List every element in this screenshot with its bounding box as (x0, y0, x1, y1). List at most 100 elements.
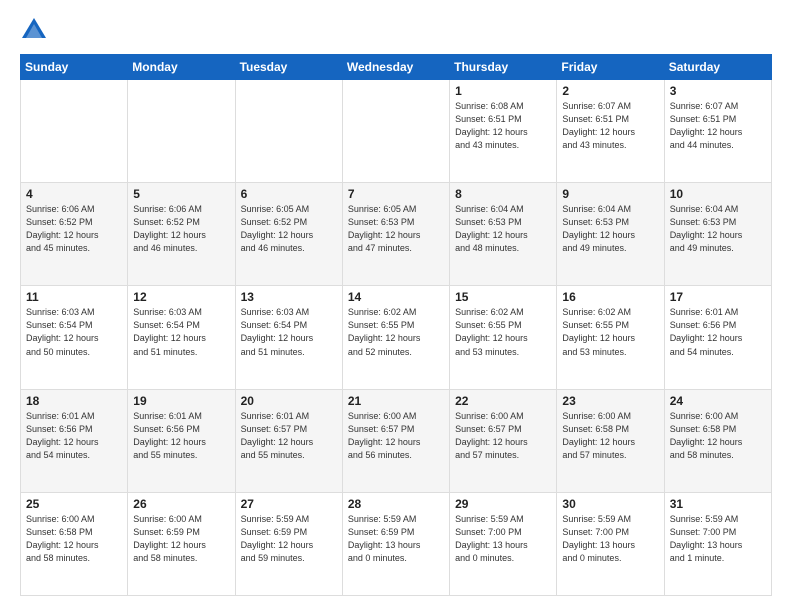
calendar-day-header: Thursday (450, 55, 557, 80)
day-number: 14 (348, 290, 444, 304)
day-info: Sunrise: 6:01 AM Sunset: 6:57 PM Dayligh… (241, 410, 337, 462)
calendar-cell: 10 Sunrise: 6:04 AM Sunset: 6:53 PM Dayli… (664, 183, 771, 286)
day-number: 23 (562, 394, 658, 408)
day-info: Sunrise: 6:00 AM Sunset: 6:59 PM Dayligh… (133, 513, 229, 565)
day-number: 15 (455, 290, 551, 304)
day-info: Sunrise: 6:03 AM Sunset: 6:54 PM Dayligh… (26, 306, 122, 358)
day-number: 31 (670, 497, 766, 511)
calendar-cell (128, 80, 235, 183)
day-number: 9 (562, 187, 658, 201)
calendar-cell: 2Sunrise: 6:07 AM Sunset: 6:51 PM Daylig… (557, 80, 664, 183)
day-info: Sunrise: 6:01 AM Sunset: 6:56 PM Dayligh… (133, 410, 229, 462)
calendar-week-row: 4 Sunrise: 6:06 AM Sunset: 6:52 PM Daylig… (21, 183, 772, 286)
day-number: 12 (133, 290, 229, 304)
day-number: 13 (241, 290, 337, 304)
page: SundayMondayTuesdayWednesdayThursdayFrid… (0, 0, 792, 612)
day-number: 6 (241, 187, 337, 201)
day-info: Sunrise: 5:59 AM Sunset: 6:59 PM Dayligh… (348, 513, 444, 565)
calendar-cell: 9 Sunrise: 6:04 AM Sunset: 6:53 PM Daylig… (557, 183, 664, 286)
day-info: Sunrise: 6:05 AM Sunset: 6:53 PM Dayligh… (348, 203, 444, 255)
calendar-day-header: Monday (128, 55, 235, 80)
calendar-day-header: Wednesday (342, 55, 449, 80)
calendar-cell (342, 80, 449, 183)
day-number: 27 (241, 497, 337, 511)
day-info: Sunrise: 6:07 AM Sunset: 6:51 PM Dayligh… (670, 100, 766, 152)
calendar-cell (21, 80, 128, 183)
calendar-cell: 19 Sunrise: 6:01 AM Sunset: 6:56 PM Dayli… (128, 389, 235, 492)
calendar-cell: 18 Sunrise: 6:01 AM Sunset: 6:56 PM Dayli… (21, 389, 128, 492)
day-info: Sunrise: 6:02 AM Sunset: 6:55 PM Dayligh… (562, 306, 658, 358)
calendar-cell (235, 80, 342, 183)
calendar-cell: 27 Sunrise: 5:59 AM Sunset: 6:59 PM Dayli… (235, 492, 342, 595)
day-info: Sunrise: 5:59 AM Sunset: 6:59 PM Dayligh… (241, 513, 337, 565)
calendar-cell: 6 Sunrise: 6:05 AM Sunset: 6:52 PM Daylig… (235, 183, 342, 286)
day-info: Sunrise: 6:06 AM Sunset: 6:52 PM Dayligh… (133, 203, 229, 255)
calendar-cell: 23Sunrise: 6:00 AM Sunset: 6:58 PM Dayli… (557, 389, 664, 492)
calendar-cell: 26 Sunrise: 6:00 AM Sunset: 6:59 PM Dayli… (128, 492, 235, 595)
day-number: 20 (241, 394, 337, 408)
day-number: 22 (455, 394, 551, 408)
day-number: 18 (26, 394, 122, 408)
calendar-cell: 20 Sunrise: 6:01 AM Sunset: 6:57 PM Dayli… (235, 389, 342, 492)
calendar-day-header: Tuesday (235, 55, 342, 80)
day-number: 17 (670, 290, 766, 304)
day-info: Sunrise: 6:01 AM Sunset: 6:56 PM Dayligh… (670, 306, 766, 358)
day-number: 29 (455, 497, 551, 511)
day-info: Sunrise: 6:00 AM Sunset: 6:57 PM Dayligh… (348, 410, 444, 462)
calendar-header-row: SundayMondayTuesdayWednesdayThursdayFrid… (21, 55, 772, 80)
day-info: Sunrise: 6:01 AM Sunset: 6:56 PM Dayligh… (26, 410, 122, 462)
day-number: 19 (133, 394, 229, 408)
calendar-cell: 5 Sunrise: 6:06 AM Sunset: 6:52 PM Daylig… (128, 183, 235, 286)
calendar-week-row: 18 Sunrise: 6:01 AM Sunset: 6:56 PM Dayli… (21, 389, 772, 492)
day-info: Sunrise: 6:03 AM Sunset: 6:54 PM Dayligh… (133, 306, 229, 358)
day-number: 30 (562, 497, 658, 511)
day-info: Sunrise: 6:00 AM Sunset: 6:58 PM Dayligh… (670, 410, 766, 462)
day-info: Sunrise: 6:00 AM Sunset: 6:58 PM Dayligh… (26, 513, 122, 565)
calendar-week-row: 25 Sunrise: 6:00 AM Sunset: 6:58 PM Dayli… (21, 492, 772, 595)
calendar-cell: 17 Sunrise: 6:01 AM Sunset: 6:56 PM Dayli… (664, 286, 771, 389)
calendar-day-header: Saturday (664, 55, 771, 80)
calendar-cell: 28 Sunrise: 5:59 AM Sunset: 6:59 PM Dayli… (342, 492, 449, 595)
day-number: 28 (348, 497, 444, 511)
day-number: 26 (133, 497, 229, 511)
day-info: Sunrise: 6:06 AM Sunset: 6:52 PM Dayligh… (26, 203, 122, 255)
calendar-week-row: 11Sunrise: 6:03 AM Sunset: 6:54 PM Dayli… (21, 286, 772, 389)
calendar-cell: 16 Sunrise: 6:02 AM Sunset: 6:55 PM Dayli… (557, 286, 664, 389)
calendar-cell: 15Sunrise: 6:02 AM Sunset: 6:55 PM Dayli… (450, 286, 557, 389)
day-info: Sunrise: 5:59 AM Sunset: 7:00 PM Dayligh… (455, 513, 551, 565)
header (20, 16, 772, 44)
day-info: Sunrise: 6:07 AM Sunset: 6:51 PM Dayligh… (562, 100, 658, 152)
day-number: 1 (455, 84, 551, 98)
day-info: Sunrise: 6:05 AM Sunset: 6:52 PM Dayligh… (241, 203, 337, 255)
calendar-cell: 13Sunrise: 6:03 AM Sunset: 6:54 PM Dayli… (235, 286, 342, 389)
logo-icon (20, 16, 48, 44)
day-info: Sunrise: 6:04 AM Sunset: 6:53 PM Dayligh… (670, 203, 766, 255)
day-number: 5 (133, 187, 229, 201)
calendar-cell: 1 Sunrise: 6:08 AM Sunset: 6:51 PM Daylig… (450, 80, 557, 183)
day-number: 7 (348, 187, 444, 201)
day-number: 4 (26, 187, 122, 201)
calendar-cell: 31Sunrise: 5:59 AM Sunset: 7:00 PM Dayli… (664, 492, 771, 595)
calendar-week-row: 1 Sunrise: 6:08 AM Sunset: 6:51 PM Daylig… (21, 80, 772, 183)
day-number: 21 (348, 394, 444, 408)
calendar-cell: 29 Sunrise: 5:59 AM Sunset: 7:00 PM Dayli… (450, 492, 557, 595)
calendar-cell: 22 Sunrise: 6:00 AM Sunset: 6:57 PM Dayli… (450, 389, 557, 492)
day-number: 3 (670, 84, 766, 98)
day-number: 16 (562, 290, 658, 304)
calendar-cell: 4 Sunrise: 6:06 AM Sunset: 6:52 PM Daylig… (21, 183, 128, 286)
day-info: Sunrise: 6:00 AM Sunset: 6:57 PM Dayligh… (455, 410, 551, 462)
calendar-cell: 14Sunrise: 6:02 AM Sunset: 6:55 PM Dayli… (342, 286, 449, 389)
calendar-cell: 3 Sunrise: 6:07 AM Sunset: 6:51 PM Daylig… (664, 80, 771, 183)
calendar-cell: 25 Sunrise: 6:00 AM Sunset: 6:58 PM Dayli… (21, 492, 128, 595)
day-info: Sunrise: 6:04 AM Sunset: 6:53 PM Dayligh… (562, 203, 658, 255)
day-info: Sunrise: 6:08 AM Sunset: 6:51 PM Dayligh… (455, 100, 551, 152)
day-info: Sunrise: 6:04 AM Sunset: 6:53 PM Dayligh… (455, 203, 551, 255)
day-info: Sunrise: 5:59 AM Sunset: 7:00 PM Dayligh… (562, 513, 658, 565)
logo (20, 16, 52, 44)
day-number: 10 (670, 187, 766, 201)
calendar-cell: 8 Sunrise: 6:04 AM Sunset: 6:53 PM Daylig… (450, 183, 557, 286)
day-number: 25 (26, 497, 122, 511)
calendar-day-header: Friday (557, 55, 664, 80)
calendar-cell: 21 Sunrise: 6:00 AM Sunset: 6:57 PM Dayli… (342, 389, 449, 492)
day-number: 8 (455, 187, 551, 201)
